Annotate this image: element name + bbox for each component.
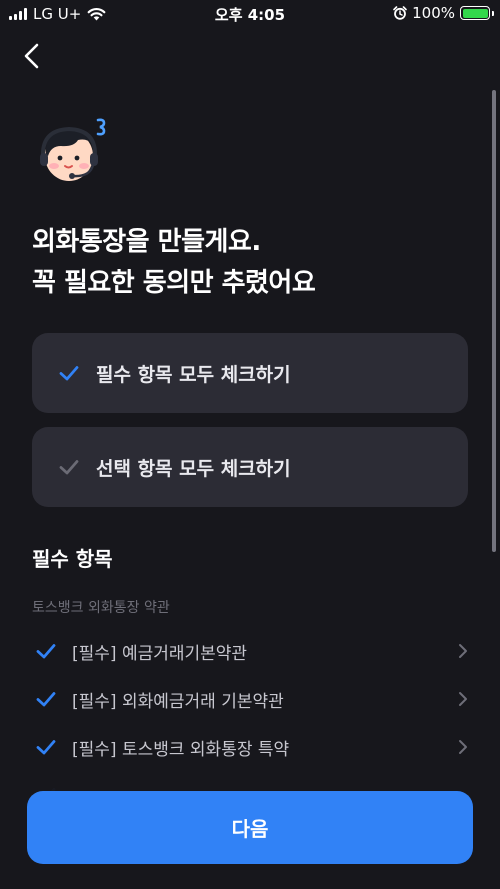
check-all-required-card[interactable]: 필수 항목 모두 체크하기 <box>32 333 468 413</box>
term-label: [필수] 예금거래기본약관 <box>72 643 248 664</box>
check-all-optional-card[interactable]: 선택 항목 모두 체크하기 <box>32 427 468 507</box>
title-line-2: 꼭 필요한 동의만 추렸어요 <box>32 268 316 298</box>
back-button[interactable] <box>18 40 48 72</box>
term-label: [필수] 토스뱅크 외화통장 특약 <box>72 739 290 760</box>
title-line-1: 외화통장을 만들게요. <box>32 227 261 257</box>
status-bar: LG U+ 오후 4:05 100% <box>0 0 500 30</box>
battery-charging-icon <box>460 6 494 20</box>
term-row-fx-deposit-basic[interactable]: [필수] 외화예금거래 기본약관 <box>32 682 476 716</box>
chevron-right-icon <box>459 692 467 706</box>
term-row-deposit-basic[interactable]: [필수] 예금거래기본약관 <box>32 634 476 668</box>
scrollbar[interactable] <box>492 90 496 552</box>
chevron-right-icon <box>459 740 467 754</box>
alarm-icon <box>393 6 407 20</box>
check-icon <box>36 740 56 755</box>
battery-percent: 100% <box>412 4 455 22</box>
required-section-subtitle: 토스뱅크 외화통장 약관 <box>32 600 170 616</box>
check-all-optional-label: 선택 항목 모두 체크하기 <box>96 457 291 480</box>
check-icon <box>36 644 56 659</box>
status-right: 100% <box>393 4 494 22</box>
page-title: 외화통장을 만들게요. 꼭 필요한 동의만 추렸어요 <box>32 222 316 304</box>
chevron-left-icon <box>24 43 39 69</box>
term-row-fx-account-special[interactable]: [필수] 토스뱅크 외화통장 특약 <box>32 730 476 764</box>
check-icon <box>59 366 79 381</box>
check-all-required-label: 필수 항목 모두 체크하기 <box>96 363 291 386</box>
check-icon <box>36 692 56 707</box>
next-button[interactable]: 다음 <box>27 791 473 864</box>
check-icon <box>59 460 79 475</box>
mascot-headset-icon <box>40 118 106 181</box>
chevron-right-icon <box>459 644 467 658</box>
term-label: [필수] 외화예금거래 기본약관 <box>72 691 284 712</box>
required-section-title: 필수 항목 <box>32 547 113 571</box>
